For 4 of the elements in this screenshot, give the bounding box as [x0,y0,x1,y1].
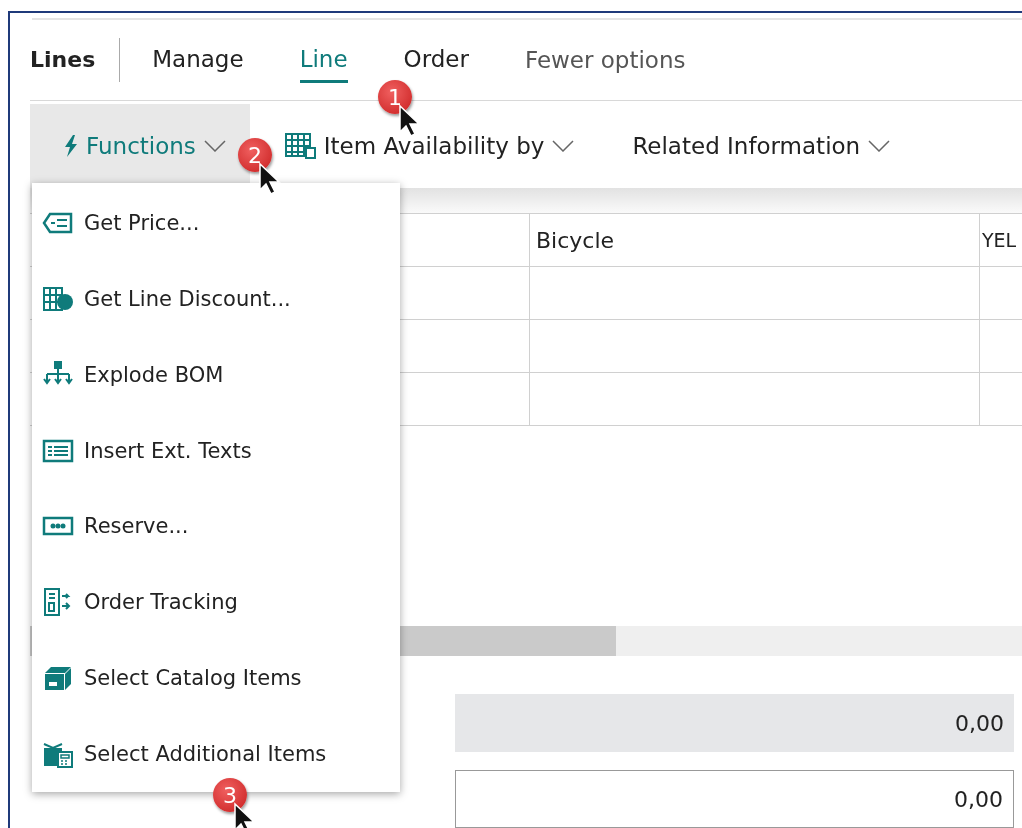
table-cell: Bicycle [530,214,980,266]
step-badge: 1 [378,80,412,114]
section-title: Lines [30,38,121,82]
table-cell-text: YEL [981,228,1018,253]
